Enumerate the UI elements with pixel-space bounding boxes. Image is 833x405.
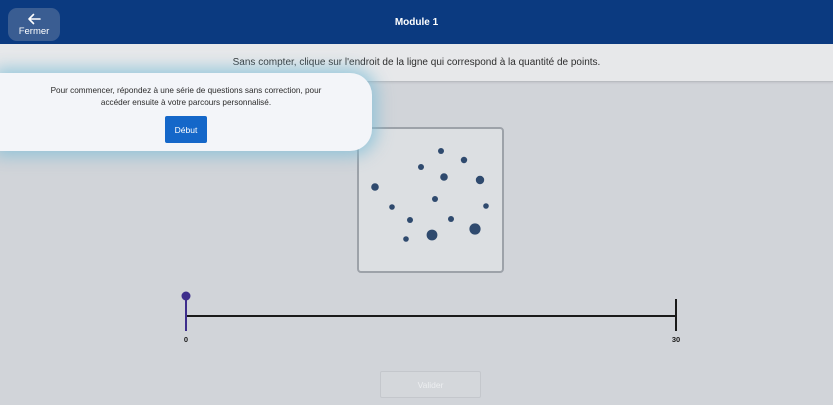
validate-button[interactable]: Valider [380, 371, 481, 398]
start-popup: Pour commencer, répondez à une série de … [0, 73, 372, 151]
number-line[interactable]: 0 30 [0, 0, 833, 405]
validate-button-label: Valider [417, 379, 444, 390]
number-line-marker-head [181, 291, 191, 301]
number-line-max-label: 30 [672, 335, 680, 344]
start-button-label: Début [174, 124, 198, 135]
number-line-min-label: 0 [184, 335, 188, 344]
start-button[interactable]: Début [165, 116, 207, 143]
popup-message: Pour commencer, répondez à une série de … [50, 86, 322, 107]
